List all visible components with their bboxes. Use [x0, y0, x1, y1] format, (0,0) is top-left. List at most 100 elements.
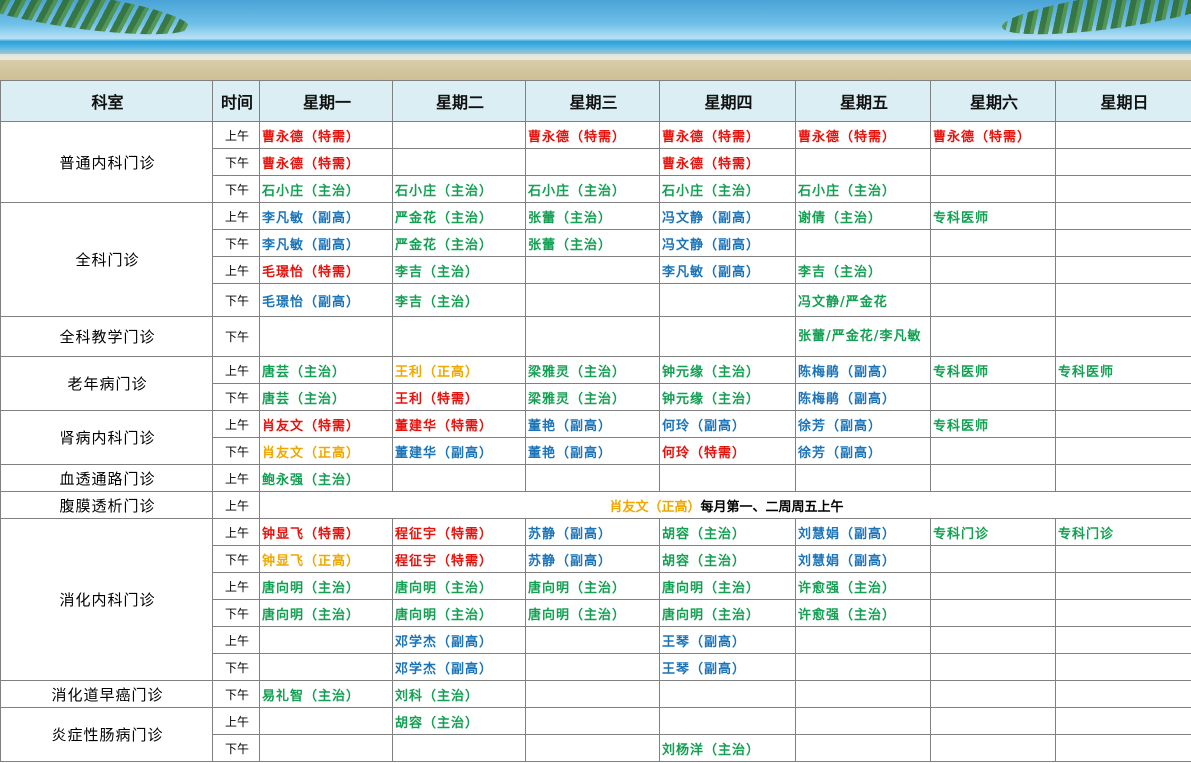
department-name: 肾病内科门诊	[0, 410, 213, 465]
schedule-cell	[1055, 229, 1191, 257]
schedule-cell: 唐向明（主治）	[525, 599, 660, 627]
time-slot: 上午	[212, 256, 260, 284]
schedule-cell	[259, 316, 393, 357]
schedule-cell: 许愈强（主治）	[795, 599, 931, 627]
schedule-cell: 冯文静（副高）	[659, 202, 796, 230]
schedule-cell: 董艳（副高）	[525, 437, 660, 465]
schedule-cell: 石小庄（主治）	[525, 175, 660, 203]
time-slot: 上午	[212, 707, 260, 735]
schedule-cell	[795, 680, 931, 708]
schedule-cell	[392, 148, 526, 176]
schedule-cell	[1055, 283, 1191, 317]
schedule-cell: 毛璟怡（副高）	[259, 283, 393, 317]
schedule-cell	[930, 256, 1056, 284]
department-name: 腹膜透析门诊	[0, 491, 213, 519]
schedule-cell	[930, 383, 1056, 411]
table-row: 腹膜透析门诊 上午 肖友文（正高）每月第一、二周周五上午	[0, 491, 1191, 519]
schedule-cell: 钟元缘（主治）	[659, 356, 796, 384]
schedule-cell	[525, 316, 660, 357]
schedule-cell: 陈梅鹃（副高）	[795, 356, 931, 384]
header-tuesday: 星期二	[392, 80, 526, 122]
time-slot: 下午	[212, 545, 260, 573]
schedule-cell: 曹永德（特需）	[659, 148, 796, 176]
schedule-cell: 肖友文（特需）	[259, 410, 393, 438]
schedule-cell: 专科门诊	[930, 518, 1056, 546]
time-slot: 下午	[212, 599, 260, 627]
schedule-cell	[659, 707, 796, 735]
table-row: 消化内科门诊 上午 钟显飞（特需） 程征宇（特需） 苏静（副高） 胡容（主治） 刘慧娟（副高…	[0, 518, 1191, 681]
schedule-cell	[930, 148, 1056, 176]
schedule-cell: 严金花（主治）	[392, 202, 526, 230]
schedule-cell: 徐芳（副高）	[795, 437, 931, 465]
schedule-cell: 董建华（特需）	[392, 410, 526, 438]
department-name: 血透通路门诊	[0, 464, 213, 492]
schedule-cell: 苏静（副高）	[525, 518, 660, 546]
schedule-cell	[930, 437, 1056, 465]
schedule-cell: 肖友文（正高）	[259, 437, 393, 465]
schedule-cell	[1055, 175, 1191, 203]
time-slot: 上午	[212, 121, 260, 149]
schedule-cell: 唐向明（主治）	[525, 572, 660, 600]
schedule-cell: 石小庄（主治）	[659, 175, 796, 203]
schedule-cell: 石小庄（主治）	[795, 175, 931, 203]
schedule-cell	[525, 256, 660, 284]
schedule-cell	[659, 680, 796, 708]
time-slot: 上午	[212, 464, 260, 492]
schedule-cell: 唐芸（主治）	[259, 383, 393, 411]
department-name: 炎症性肠病门诊	[0, 707, 213, 762]
schedule-cell: 邓学杰（副高）	[392, 626, 526, 654]
time-slot: 下午	[212, 437, 260, 465]
schedule-table: 科室 时间 星期一 星期二 星期三 星期四 星期五 星期六 星期日 普通内科门诊…	[0, 80, 1191, 762]
schedule-cell: 张蕾（主治）	[525, 202, 660, 230]
schedule-cell	[1055, 572, 1191, 600]
schedule-cell: 钟元缘（主治）	[659, 383, 796, 411]
schedule-cell: 严金花（主治）	[392, 229, 526, 257]
table-row: 普通内科门诊 上午 曹永德（特需） 曹永德（特需） 曹永德（特需） 曹永德（特需） 曹永德（…	[0, 121, 1191, 203]
schedule-cell: 唐向明（主治）	[259, 599, 393, 627]
schedule-cell	[1055, 464, 1191, 492]
schedule-cell	[930, 680, 1056, 708]
schedule-cell: 程征宇（特需）	[392, 518, 526, 546]
schedule-cell	[259, 626, 393, 654]
schedule-cell: 胡容（主治）	[659, 545, 796, 573]
schedule-cell: 许愈强（主治）	[795, 572, 931, 600]
table-row: 炎症性肠病门诊 上午 胡容（主治）	[0, 707, 1191, 762]
schedule-cell: 王利（特需）	[392, 383, 526, 411]
schedule-cell	[525, 283, 660, 317]
schedule-cell: 专科医师	[930, 410, 1056, 438]
schedule-cell: 苏静（副高）	[525, 545, 660, 573]
schedule-cell	[1055, 383, 1191, 411]
schedule-cell: 邓学杰（副高）	[392, 653, 526, 681]
schedule-cell	[1055, 653, 1191, 681]
schedule-cell: 唐向明（主治）	[392, 572, 526, 600]
schedule-cell: 徐芳（副高）	[795, 410, 931, 438]
schedule-cell	[1055, 256, 1191, 284]
schedule-cell	[930, 175, 1056, 203]
header-sunday: 星期日	[1055, 80, 1191, 122]
table-row: 全科门诊 上午 李凡敏（副高） 严金花（主治） 张蕾（主治） 冯文静（副高） 谢倩（主治）专…	[0, 202, 1191, 317]
schedule-cell: 陈梅鹃（副高）	[795, 383, 931, 411]
header-dept: 科室	[0, 80, 213, 122]
schedule-cell: 专科医师	[1055, 356, 1191, 384]
schedule-cell	[525, 734, 660, 762]
schedule-cell: 董艳（副高）	[525, 410, 660, 438]
schedule-cell: 曹永德（特需）	[259, 148, 393, 176]
schedule-cell: 王琴（副高）	[659, 653, 796, 681]
schedule-cell: 刘慧娟（副高）	[795, 518, 931, 546]
palm-leaf-right-icon	[999, 0, 1191, 44]
schedule-cell	[930, 734, 1056, 762]
schedule-cell: 梁雅灵（主治）	[525, 356, 660, 384]
schedule-cell: 胡容（主治）	[659, 518, 796, 546]
schedule-cell: 王琴（副高）	[659, 626, 796, 654]
department-name: 普通内科门诊	[0, 121, 213, 203]
schedule-cell: 唐芸（主治）	[259, 356, 393, 384]
schedule-cell	[259, 653, 393, 681]
schedule-cell	[525, 148, 660, 176]
schedule-cell: 冯文静（副高）	[659, 229, 796, 257]
schedule-cell	[392, 316, 526, 357]
schedule-cell: 张蕾（主治）	[525, 229, 660, 257]
schedule-cell	[795, 653, 931, 681]
schedule-cell: 曹永德（特需）	[659, 121, 796, 149]
schedule-cell	[1055, 121, 1191, 149]
table-row: 老年病门诊 上午 唐芸（主治） 王利（正高） 梁雅灵（主治） 钟元缘（主治） 陈梅鹃（副高）…	[0, 356, 1191, 411]
